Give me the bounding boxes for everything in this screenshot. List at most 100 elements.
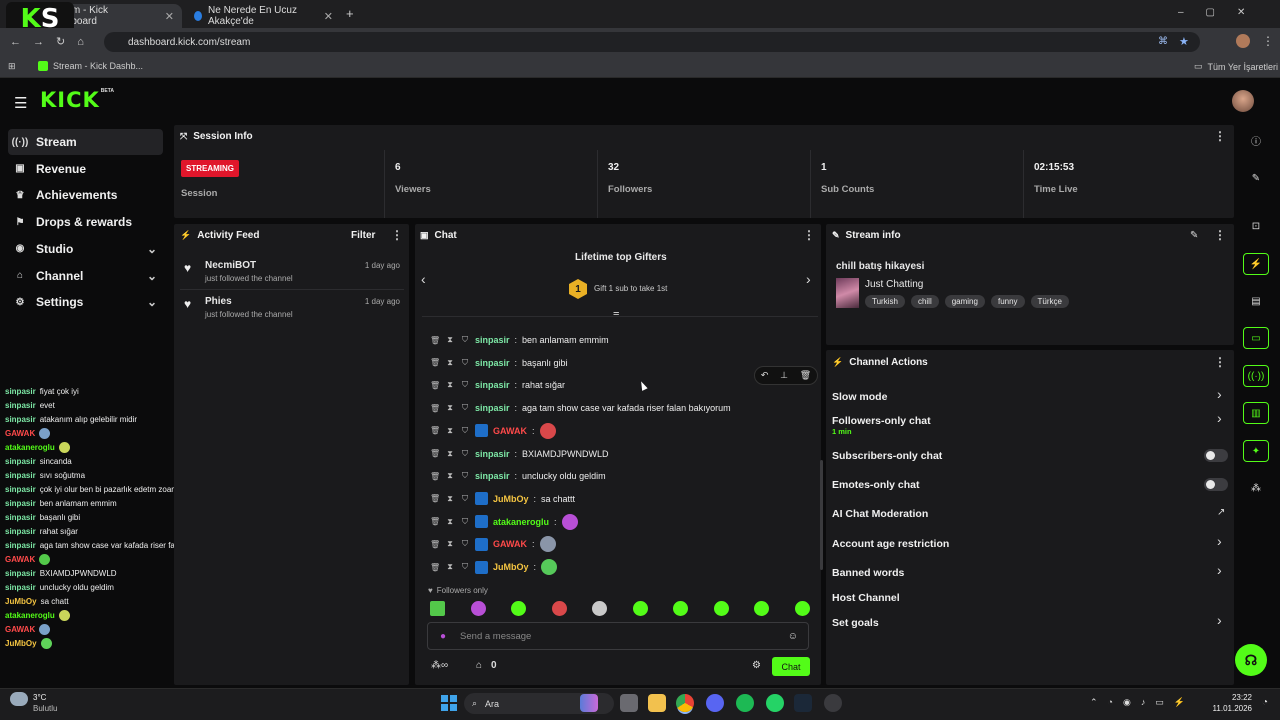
pin-icon[interactable]: ⊥ [780, 370, 788, 381]
close-tab-icon[interactable]: ✕ [324, 10, 333, 23]
shield-icon[interactable]: ⛉ [460, 562, 470, 572]
shield-icon[interactable]: ⛉ [460, 539, 470, 549]
task-view-icon[interactable] [620, 694, 638, 712]
send-chat-button[interactable]: Chat [772, 657, 810, 676]
action-set-goals[interactable]: Set goals [832, 617, 879, 629]
chat-username[interactable]: sinpasir [475, 335, 510, 345]
emote-picker-icon[interactable] [632, 601, 648, 616]
collapse-icon[interactable]: ≡ [613, 309, 619, 321]
edit-stream-icon[interactable]: ✎ [1190, 230, 1198, 241]
chevron-down-icon[interactable]: ⌄ [147, 269, 157, 283]
spotify-icon[interactable] [736, 694, 754, 712]
chevron-right-icon[interactable]: › [1217, 386, 1222, 402]
chat-message[interactable]: 🗑 ⧗ ⛉ sinpasir: başanlı gibi [430, 354, 568, 372]
chat-message[interactable]: 🗑 ⧗ ⛉ sinpasir: BXIAMDJPWNDWLD [430, 445, 609, 463]
microphone-icon[interactable]: ● [440, 631, 446, 642]
chat-message[interactable]: 🗑 ⧗ ⛉ sinpasir: aga tam show case var kafada… [430, 399, 731, 417]
action-host-channel[interactable]: Host Channel [832, 592, 900, 604]
lightning-icon[interactable]: ⚡ [1243, 253, 1269, 275]
sidebar-item-stream[interactable]: ((·)) Stream [8, 129, 163, 155]
sidebar-item-achievements[interactable]: ♛ Achievements [8, 182, 163, 208]
kick-logo[interactable]: KICK BETA [40, 88, 114, 112]
external-link-icon[interactable]: ↗ [1217, 507, 1225, 518]
delete-icon[interactable]: 🗑 [430, 358, 440, 367]
translate-icon[interactable]: ⌘ [1158, 36, 1168, 47]
apps-icon[interactable]: ⊞ [8, 61, 16, 72]
sidebar-item-revenue[interactable]: ▣ Revenue [8, 156, 163, 182]
all-bookmarks[interactable]: ▭ Tüm Yer İşaretleri [1194, 61, 1278, 72]
shield-icon[interactable]: ⛉ [460, 517, 470, 527]
chat-username[interactable]: sinpasir [475, 358, 510, 368]
emote-picker-icon[interactable] [430, 601, 445, 616]
filter-button[interactable]: Filter [351, 230, 375, 241]
action-followers-only-chat[interactable]: Followers-only chat [832, 415, 931, 427]
chat-username[interactable]: sinpasir [475, 380, 510, 390]
chat-message[interactable]: 🗑 ⧗ ⛉ sinpasir: unclucky oldu geldim [430, 467, 606, 485]
new-tab-button[interactable]: + [346, 6, 354, 21]
delete-icon[interactable]: 🗑 [430, 449, 440, 458]
users-icon[interactable]: ⁂ [1243, 477, 1269, 499]
file-explorer-icon[interactable] [648, 694, 666, 712]
chat-message[interactable]: 🗑 ⧗ ⛉ sinpasir: ben anlamam emmim [430, 331, 609, 349]
session-menu-icon[interactable]: ⋮ [1214, 129, 1226, 143]
steam-icon[interactable] [794, 694, 812, 712]
nav-buttons[interactable]: ←→↻⌂ [10, 35, 96, 48]
chat-message[interactable]: 🗑 ⧗ ⛉ atakaneroglu: [430, 513, 578, 531]
chevron-right-icon[interactable]: › [1217, 533, 1222, 549]
chat-username[interactable]: sinpasir [475, 449, 510, 459]
shield-icon[interactable]: ⛉ [460, 449, 470, 459]
user-avatar[interactable] [1232, 90, 1254, 112]
action-subscribers-only-chat[interactable]: Subscribers-only chat [832, 450, 942, 462]
kick-points-icon[interactable]: ⁂∞ [431, 660, 448, 671]
browser-menu-icon[interactable]: ⋮ [1262, 34, 1274, 48]
timeout-icon[interactable]: ⧗ [445, 380, 455, 390]
support-headset-icon[interactable]: ☊ [1235, 644, 1267, 676]
window-controls[interactable]: –▢✕ [1178, 7, 1267, 18]
delete-icon[interactable]: 🗑 [430, 404, 440, 413]
activity-item[interactable]: ♥ NecmiBOT just followed the channel 1 day … [180, 258, 404, 290]
tag-pill[interactable]: chill [910, 295, 939, 308]
whatsapp-icon[interactable] [766, 694, 784, 712]
emote-picker-icon[interactable] [592, 601, 607, 616]
chat-username[interactable]: JuMbOy [493, 562, 529, 572]
sidebar-item-settings[interactable]: ⚙ Settings ⌄ [8, 289, 163, 315]
tag-pill[interactable]: funny [990, 295, 1025, 308]
discord-icon[interactable] [706, 694, 724, 712]
activity-menu-icon[interactable]: ⋮ [391, 228, 403, 242]
tag-pill[interactable]: gaming [944, 295, 985, 308]
sidebar-item-studio[interactable]: ◉ Studio ⌄ [8, 236, 163, 262]
weather-temp[interactable]: 3°C [33, 693, 46, 702]
url-input[interactable]: dashboard.kick.com/stream [104, 32, 1200, 52]
chat-message[interactable]: 🗑 ⧗ ⛉ GAWAK: [430, 535, 556, 553]
chat-toggle-icon[interactable]: ▭ [1243, 327, 1269, 349]
emote-picker-icon[interactable] [551, 601, 567, 616]
shield-icon[interactable]: ⛉ [460, 471, 470, 481]
delete-icon[interactable]: 🗑 [430, 517, 440, 526]
category-name[interactable]: Just Chatting [865, 279, 923, 290]
shield-icon[interactable]: ⛉ [460, 426, 470, 436]
timeout-icon[interactable]: ⧗ [445, 426, 455, 436]
chat-message[interactable]: 🗑 ⧗ ⛉ sinpasir: rahat sığar [430, 376, 565, 394]
chat-username[interactable]: sinpasir [475, 403, 510, 413]
action-slow-mode[interactable]: Slow mode [832, 391, 887, 403]
system-tray-icons[interactable]: ⌃◔◉♪▭⚡ [1090, 697, 1195, 708]
chat-username[interactable]: sinpasir [475, 471, 510, 481]
chat-message[interactable]: 🗑 ⧗ ⛉ GAWAK: [430, 422, 556, 440]
chevron-down-icon[interactable]: ⌄ [147, 295, 157, 309]
timeout-icon[interactable]: ⧗ [445, 358, 455, 368]
action-emotes-only-chat[interactable]: Emotes-only chat [832, 479, 920, 491]
sidebar-item-channel[interactable]: ⌂ Channel ⌄ [8, 263, 163, 289]
emote-picker-icon[interactable] [511, 601, 526, 616]
edit-icon[interactable]: ✎ [1243, 167, 1269, 189]
profile-avatar[interactable] [1236, 34, 1250, 48]
stream-info-toggle-icon[interactable]: ▥ [1243, 402, 1269, 424]
delete-icon[interactable]: 🗑 [430, 540, 440, 549]
gifters-next-icon[interactable]: › [806, 271, 811, 287]
info-icon[interactable]: ⓘ [1243, 129, 1269, 151]
chevron-down-icon[interactable]: ⌄ [147, 242, 157, 256]
delete-icon[interactable]: 🗑 [430, 472, 440, 481]
tab-akakce[interactable]: Ne Nerede En Ucuz Akakçe'de ✕ [186, 4, 341, 28]
bookmark-stream[interactable]: Stream - Kick Dashb... [38, 61, 143, 71]
wrench-icon[interactable]: ✦ [1243, 440, 1269, 462]
timeout-icon[interactable]: ⧗ [445, 562, 455, 572]
